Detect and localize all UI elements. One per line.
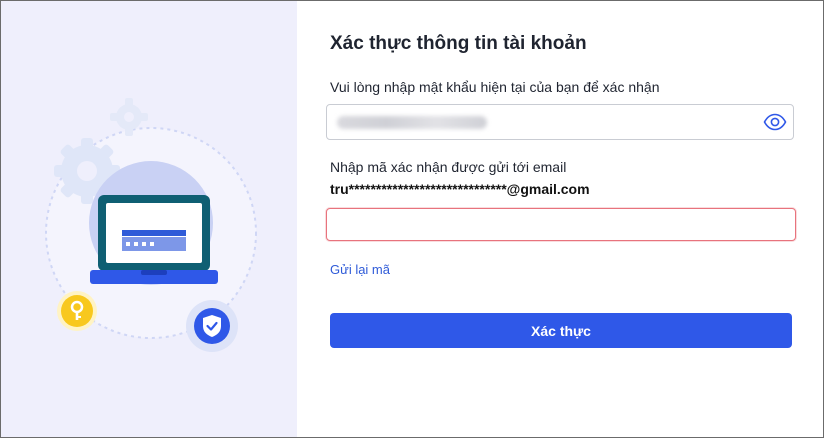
password-field[interactable] — [326, 104, 794, 140]
form-panel: Xác thực thông tin tài khoản Vui lòng nh… — [297, 1, 823, 437]
masked-email: tru*****************************@gmail.c… — [330, 181, 590, 197]
verification-code-input[interactable] — [327, 209, 795, 240]
illustration-panel — [1, 1, 297, 437]
eye-icon[interactable] — [763, 112, 787, 132]
password-masked-value — [337, 116, 487, 129]
laptop-icon — [90, 195, 218, 284]
password-label: Vui lòng nhập mật khẩu hiện tại của bạn … — [330, 79, 660, 95]
verification-code-label: Nhập mã xác nhận được gửi tới email — [330, 159, 567, 175]
resend-code-link[interactable]: Gửi lại mã — [330, 262, 390, 277]
shield-check-icon — [186, 300, 238, 352]
key-icon — [57, 291, 97, 331]
dialog-title: Xác thực thông tin tài khoản — [330, 33, 587, 54]
verify-button[interactable]: Xác thực — [330, 313, 792, 348]
security-illustration — [45, 98, 257, 352]
verify-account-dialog: Xác thực thông tin tài khoản Vui lòng nh… — [0, 0, 824, 438]
verification-code-field[interactable] — [326, 208, 796, 241]
